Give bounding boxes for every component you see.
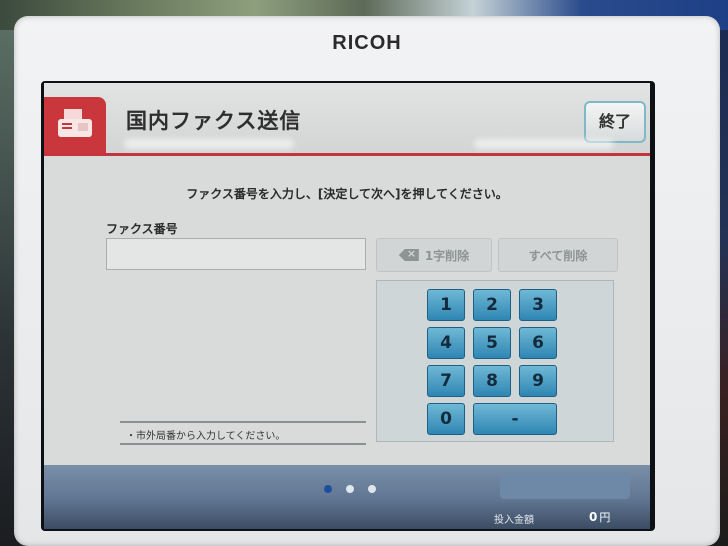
confirm-next-button[interactable] (500, 473, 630, 499)
key-7[interactable]: 7 (427, 365, 465, 397)
amount-label: 投入金額 (494, 515, 534, 526)
area-code-note: ・市外局番から入力してください。 (126, 431, 286, 442)
key-3[interactable]: 3 (519, 289, 557, 321)
monitor-bezel: RICOH 国内ファクス送信 終了 ファクス番号を入力し、[決定して次へ]を押し… (14, 16, 720, 546)
amount-number: 0 (589, 510, 598, 524)
amount-value: 0円 (589, 509, 610, 525)
note-divider-top (120, 421, 366, 423)
fax-number-input[interactable] (106, 238, 366, 270)
page-title: 国内ファクス送信 (126, 109, 302, 133)
touch-screen: 国内ファクス送信 終了 ファクス番号を入力し、[決定して次へ]を押してください。… (41, 81, 655, 531)
key-9[interactable]: 9 (519, 365, 557, 397)
page-indicator-dot (368, 485, 376, 493)
delete-all-button[interactable]: すべて削除 (498, 238, 618, 272)
backspace-icon: × (398, 249, 419, 261)
instruction-text: ファクス番号を入力し、[決定して次へ]を押してください。 (186, 187, 508, 201)
key-1[interactable]: 1 (427, 289, 465, 321)
delete-one-label: 1字削除 (424, 248, 470, 263)
end-button[interactable]: 終了 (584, 101, 646, 143)
number-keypad: 1 2 3 4 5 6 7 8 9 0 - (376, 280, 614, 442)
screen-glare (124, 139, 294, 149)
key-5[interactable]: 5 (473, 327, 511, 359)
fax-machine-icon (58, 109, 92, 137)
delete-one-char-button[interactable]: × 1字削除 (376, 238, 492, 272)
brand-logo: RICOH (332, 32, 402, 54)
key-8[interactable]: 8 (473, 365, 511, 397)
fax-number-label: ファクス番号 (106, 222, 178, 236)
key-4[interactable]: 4 (427, 327, 465, 359)
key-6[interactable]: 6 (519, 327, 557, 359)
amount-unit: 円 (599, 511, 611, 524)
key-2[interactable]: 2 (473, 289, 511, 321)
page-indicator-dot (346, 485, 354, 493)
footer-bar: 投入金額 0円 (44, 465, 650, 529)
note-divider-bottom (120, 443, 366, 445)
page-indicator-dot-active (324, 485, 332, 493)
key-0[interactable]: 0 (427, 403, 465, 435)
fax-send-screen: 国内ファクス送信 終了 ファクス番号を入力し、[決定して次へ]を押してください。… (44, 83, 650, 529)
fax-icon-box (44, 97, 106, 153)
key-hyphen[interactable]: - (473, 403, 557, 435)
screen-glare (474, 139, 614, 149)
